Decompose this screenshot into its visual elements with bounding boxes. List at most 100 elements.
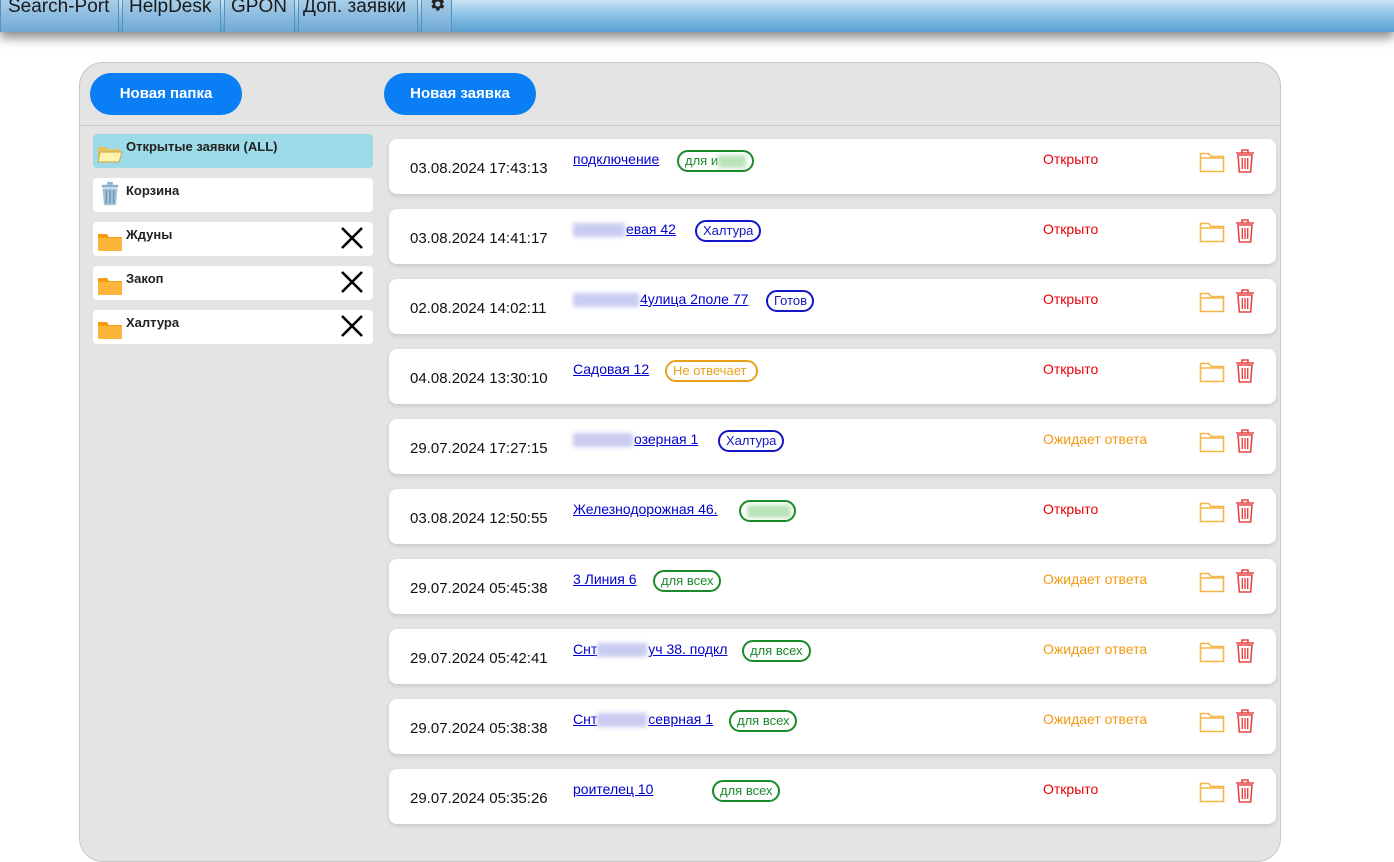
folder-zakop[interactable]: Закоп [93,266,373,300]
ticket-title-link[interactable]: подключение [573,151,659,167]
redacted-text [747,505,791,519]
delete-icon[interactable] [1234,778,1256,804]
ticket-tag-badge: для и [677,150,754,172]
redacted-text [573,223,625,238]
ticket-title-text: Садовая 12 [573,361,650,377]
move-to-folder-icon[interactable] [1199,500,1225,524]
move-to-folder-icon[interactable] [1199,360,1225,384]
nav-item-settings[interactable] [421,0,452,32]
folder-open-tickets-all[interactable]: Открытые заявки (ALL) [93,134,373,168]
ticket-title-prefix: Снт [573,711,598,727]
toolbar-divider [80,125,1280,126]
ticket-title-text: уч 38. подкл [648,641,728,657]
nav-item-extra-tickets[interactable]: Доп. заявки [298,0,418,32]
trash-bin-icon [101,182,119,206]
ticket-row[interactable]: 29.07.2024 05:45:38 3 Линия 6 для всех Ожид… [389,559,1276,614]
redacted-text [718,155,747,169]
ticket-title-link[interactable]: Садовая 12 [573,361,649,377]
nav-item-label: Search-Port [8,0,110,17]
move-to-folder-icon[interactable] [1199,780,1225,804]
ticket-row[interactable]: 29.07.2024 17:27:15 озерная 1 Халтура Ожида… [389,419,1276,474]
ticket-title-text: озерная 1 [634,431,699,447]
nav-item-label: Доп. заявки [303,0,407,17]
ticket-tag-badge: Халтура [695,220,761,242]
ticket-title-text: подключение [573,151,660,167]
delete-icon[interactable] [1234,568,1256,594]
folder-khaltura[interactable]: Халтура [93,310,373,344]
ticket-date: 29.07.2024 05:45:38 [410,580,548,597]
ticket-tag-label: Готов [774,293,808,308]
folder-label: Открытые заявки (ALL) [126,139,278,154]
ticket-tag-badge: для всех [729,710,797,732]
ticket-date: 29.07.2024 05:35:26 [410,790,548,807]
ticket-title-link[interactable]: Снт уч 38. подкл [573,641,728,658]
main-panel: Новая папка Новая заявка Открытые заявки… [79,62,1281,862]
ticket-title-prefix: Снт [573,641,598,657]
ticket-title-link[interactable]: 4улица 2поле 77 [573,291,748,308]
delete-icon[interactable] [1234,498,1256,524]
ticket-date: 03.08.2024 12:50:55 [410,510,548,527]
ticket-row[interactable]: 03.08.2024 14:41:17 евая 42 Халтура Открыто [389,209,1276,264]
nav-item-search-port[interactable]: Search-Port [0,0,119,32]
folder-zhduny[interactable]: Ждуны [93,222,373,256]
delete-icon[interactable] [1234,358,1256,384]
folder-trash[interactable]: Корзина [93,178,373,212]
delete-icon[interactable] [1234,288,1256,314]
delete-icon[interactable] [1234,428,1256,454]
ticket-row[interactable]: 03.08.2024 12:50:55 Железнодорожная 46. От… [389,489,1276,544]
ticket-title-link[interactable]: озерная 1 [573,431,699,448]
redacted-text [597,713,648,728]
redacted-text [597,643,648,658]
ticket-title-text: 3 Линия 6 [573,571,637,587]
ticket-title-link[interactable]: Железнодорожная 46. [573,501,718,517]
folder-icon [98,234,122,251]
ticket-title-link[interactable]: роителец 10 [573,781,653,797]
move-to-folder-icon[interactable] [1199,430,1225,454]
nav-item-label: GPON [231,0,287,17]
nav-item-label: HelpDesk [129,0,212,17]
folder-label: Корзина [126,183,180,198]
ticket-row[interactable]: 04.08.2024 13:30:10 Садовая 12 Не отвечает… [389,349,1276,404]
move-to-folder-icon[interactable] [1199,570,1225,594]
delete-icon[interactable] [1234,218,1256,244]
close-icon[interactable] [339,269,365,295]
ticket-row[interactable]: 29.07.2024 05:42:41 Снт уч 38. подкл для вс… [389,629,1276,684]
move-to-folder-icon[interactable] [1199,150,1225,174]
ticket-date: 29.07.2024 05:42:41 [410,650,548,667]
delete-icon[interactable] [1234,148,1256,174]
ticket-row[interactable]: 29.07.2024 05:35:26 роителец 10 для всех От… [389,769,1276,824]
ticket-tag-badge: для всех [712,780,780,802]
move-to-folder-icon[interactable] [1199,710,1225,734]
redacted-text [573,293,639,308]
close-icon[interactable] [339,225,365,251]
ticket-row[interactable]: 29.07.2024 05:38:38 Снт севрная 1 для всех О… [389,699,1276,754]
new-folder-button[interactable]: Новая папка [90,73,242,115]
ticket-title-link[interactable]: евая 42 [573,221,676,238]
new-ticket-button[interactable]: Новая заявка [384,73,536,115]
close-icon[interactable] [339,313,365,339]
ticket-status: Ожидает ответа [1043,571,1148,587]
move-to-folder-icon[interactable] [1199,640,1225,664]
ticket-date: 03.08.2024 14:41:17 [410,230,548,247]
nav-item-helpdesk[interactable]: HelpDesk [122,0,221,32]
folder-label: Ждуны [126,227,173,242]
ticket-tag-badge: Не отвечает [665,360,758,382]
ticket-row[interactable]: 02.08.2024 14:02:11 4улица 2поле 77 Готов О… [389,279,1276,334]
gear-icon [431,0,445,11]
ticket-row[interactable]: 03.08.2024 17:43:13 подключение для и Откры… [389,139,1276,194]
nav-item-gpon[interactable]: GPON [224,0,295,32]
delete-icon[interactable] [1234,708,1256,734]
move-to-folder-icon[interactable] [1199,290,1225,314]
ticket-title-link[interactable]: 3 Линия 6 [573,571,637,587]
ticket-tag-label: для всех [720,783,773,798]
ticket-status: Ожидает ответа [1043,711,1148,727]
delete-icon[interactable] [1234,638,1256,664]
folder-label: Закоп [126,271,164,286]
ticket-title-link[interactable]: Снт севрная 1 [573,711,713,728]
ticket-tag-label: для всех [737,713,790,728]
ticket-date: 04.08.2024 13:30:10 [410,370,548,387]
move-to-folder-icon[interactable] [1199,220,1225,244]
ticket-tag-label: Халтура [726,433,777,448]
ticket-title-text: евая 42 [626,221,676,237]
ticket-date: 29.07.2024 17:27:15 [410,440,548,457]
